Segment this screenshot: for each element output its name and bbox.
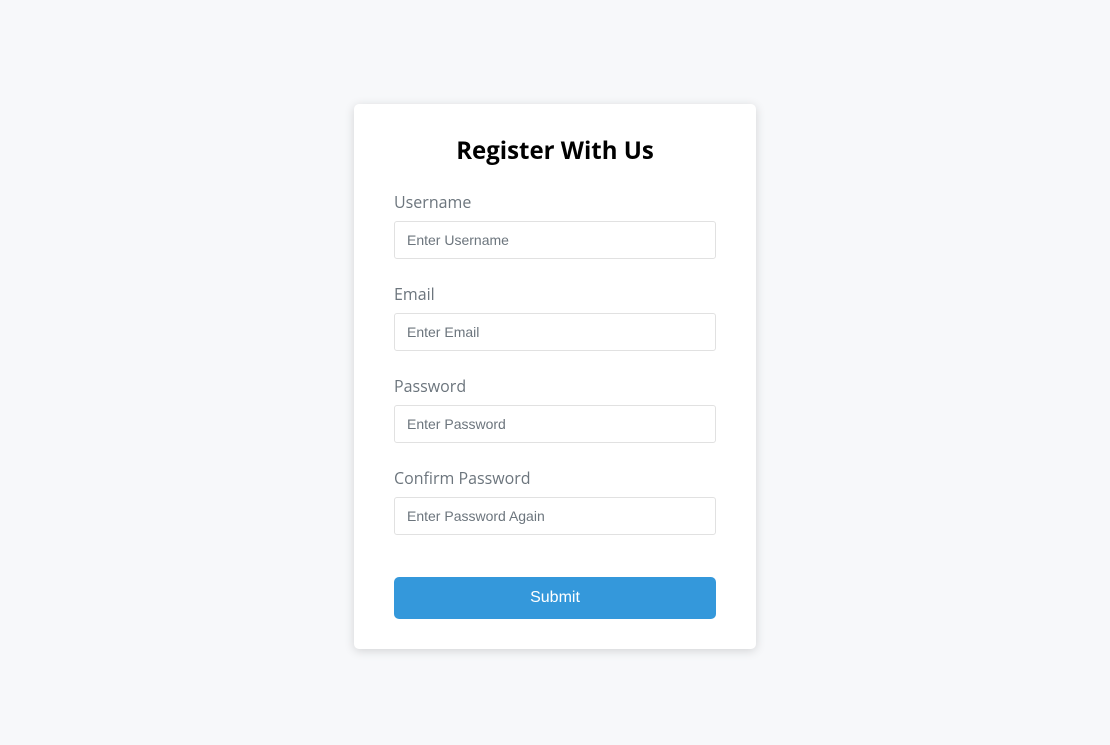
- email-label: Email: [394, 283, 716, 305]
- email-input[interactable]: [394, 313, 716, 351]
- confirm-password-field-group: Confirm Password: [394, 467, 716, 535]
- password-input[interactable]: [394, 405, 716, 443]
- form-title: Register With Us: [394, 134, 716, 167]
- username-label: Username: [394, 191, 716, 213]
- register-form: Username Email Password Confirm Password…: [394, 191, 716, 619]
- username-field-group: Username: [394, 191, 716, 259]
- username-input[interactable]: [394, 221, 716, 259]
- password-label: Password: [394, 375, 716, 397]
- password-field-group: Password: [394, 375, 716, 443]
- submit-button[interactable]: Submit: [394, 577, 716, 619]
- confirm-password-label: Confirm Password: [394, 467, 716, 489]
- email-field-group: Email: [394, 283, 716, 351]
- confirm-password-input[interactable]: [394, 497, 716, 535]
- register-form-container: Register With Us Username Email Password…: [354, 104, 756, 649]
